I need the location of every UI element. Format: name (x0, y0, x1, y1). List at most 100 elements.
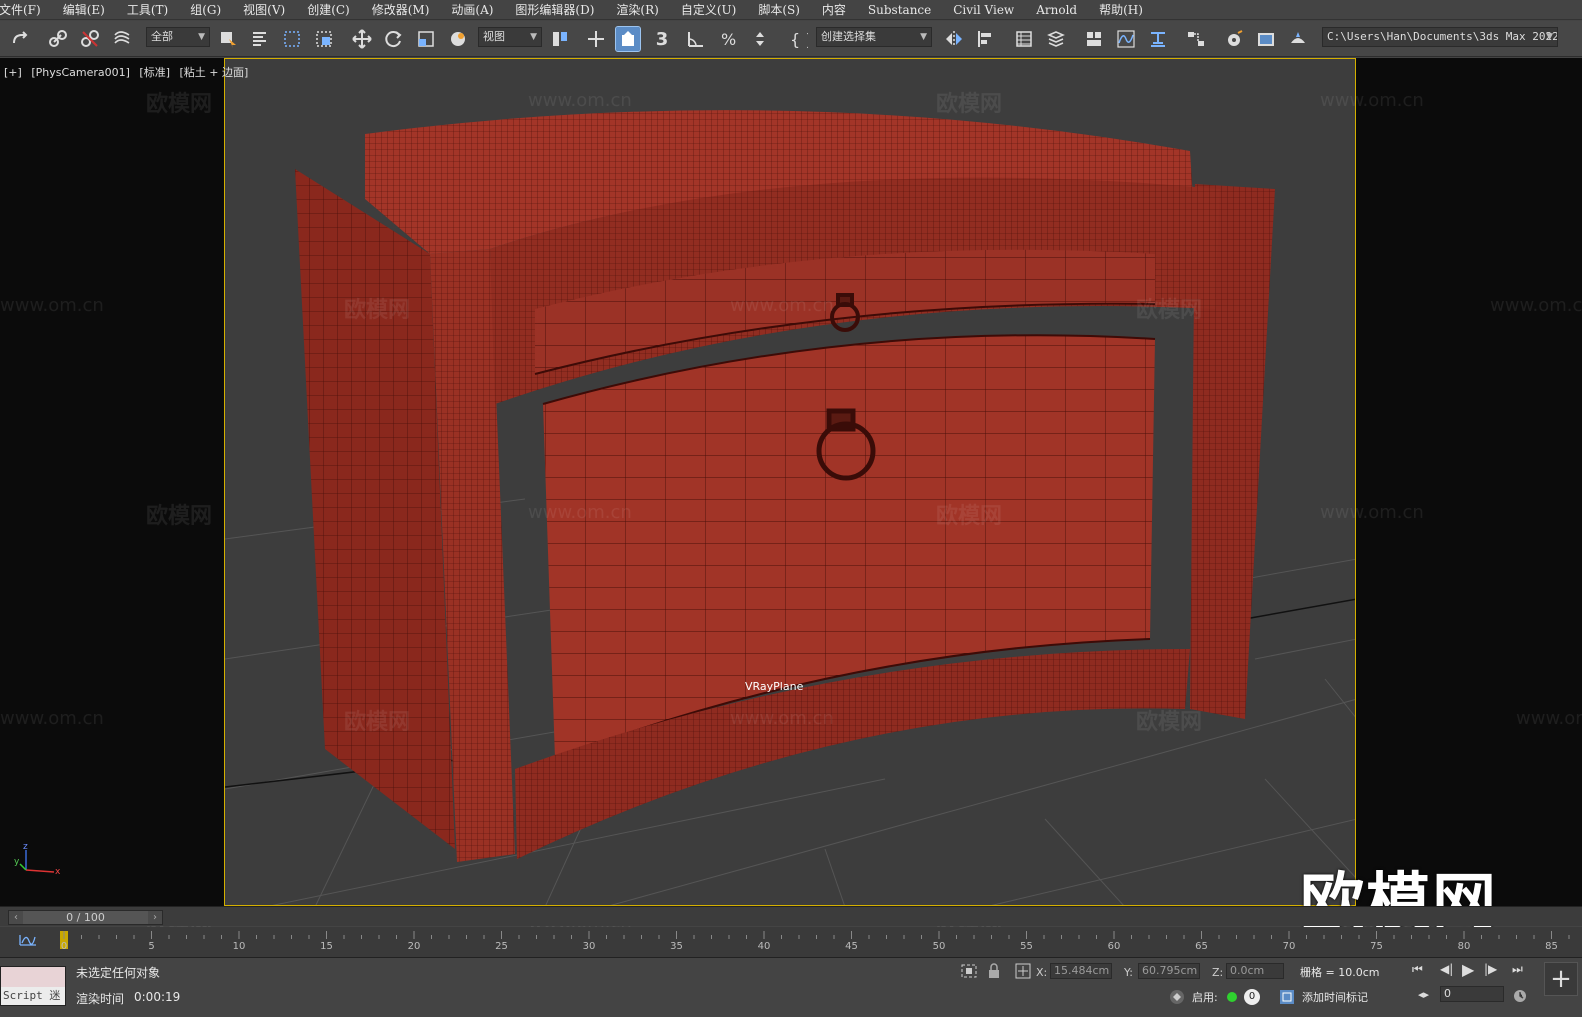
named-selection-dropdown[interactable]: 创建选择集 ▼ (816, 27, 932, 47)
scene-explorer-icon[interactable] (1012, 27, 1036, 51)
viewport-display-mode[interactable]: [粘土 + 边面] (180, 66, 249, 79)
ref-coord-dropdown[interactable]: 视图 ▼ (478, 27, 542, 47)
select-manipulate-icon[interactable] (584, 27, 608, 51)
viewport-camera-name[interactable]: [PhysCamera001] (31, 66, 130, 79)
maxscript-listener[interactable]: Script 迷 (0, 966, 66, 1006)
svg-text:%: % (721, 30, 736, 49)
select-object-icon[interactable] (216, 27, 240, 51)
next-key-icon[interactable]: |▶ (1484, 962, 1497, 976)
selection-filter-value: 全部 (151, 30, 173, 43)
viewport-label[interactable]: [+] [PhysCamera001] [标准] [粘土 + 边面] (4, 64, 254, 80)
perspective-viewport[interactable]: VRayPlane (224, 58, 1356, 906)
maxscript-output[interactable] (1, 967, 65, 987)
layer-explorer-icon[interactable] (1044, 27, 1068, 51)
project-path-dropdown[interactable]: C:\Users\Han\Documents\3ds Max 2022 ▼ (1322, 27, 1558, 47)
play-icon[interactable]: ▶ (1462, 960, 1474, 979)
frame-display: 0 / 100 (66, 911, 105, 924)
track-tick-label: 85 (1545, 941, 1558, 952)
rect-selection-icon[interactable] (280, 27, 304, 51)
mirror-icon[interactable] (942, 27, 966, 51)
place-icon[interactable] (446, 27, 470, 51)
edit-named-selection-icon[interactable]: { } (786, 27, 810, 51)
viewport-shading-standard[interactable]: [标准] (139, 66, 170, 79)
menu-item[interactable]: 脚本(S) (747, 1, 811, 18)
menu-item[interactable]: 创建(C) (296, 1, 361, 18)
menu-item[interactable]: Arnold (1025, 3, 1088, 17)
menu-item[interactable]: 渲染(R) (605, 1, 669, 18)
render-production-icon[interactable] (1286, 27, 1310, 51)
unlink-icon[interactable] (78, 27, 102, 51)
toggle-ribbon-icon[interactable] (1082, 27, 1106, 51)
watermark: 欧模网 (1136, 298, 1203, 323)
curve-editor-icon[interactable] (1114, 27, 1138, 51)
window-crossing-icon[interactable] (312, 27, 336, 51)
menu-item[interactable]: 帮助(H) (1088, 1, 1154, 18)
menu-item[interactable]: Civil View (942, 3, 1025, 17)
link-icon[interactable] (46, 27, 70, 51)
enable-count-badge[interactable]: 0 (1244, 989, 1260, 1005)
maxscript-input[interactable]: Script 迷 (1, 987, 65, 1005)
y-label: Y: (1124, 966, 1133, 979)
x-coord-field[interactable]: 15.484cm (1050, 963, 1112, 979)
menu-item[interactable]: 自定义(U) (670, 1, 747, 18)
pivot-center-icon[interactable] (548, 27, 572, 51)
rendered-frame-window-icon[interactable] (1254, 27, 1278, 51)
menu-item[interactable]: Substance (857, 3, 942, 17)
watermark: 欧模网 (344, 298, 411, 323)
key-mode-icon[interactable]: ◂▸ (1418, 988, 1429, 1001)
selection-filter-dropdown[interactable]: 全部 ▼ (146, 27, 210, 47)
selection-lock-icon[interactable] (986, 962, 1002, 980)
set-key-icon[interactable]: + (1544, 962, 1578, 996)
spinner-snap-icon[interactable] (748, 27, 772, 51)
redo-icon[interactable] (8, 27, 32, 51)
isolate-selection-icon[interactable] (960, 963, 978, 979)
track-tick-label: 50 (932, 941, 946, 952)
menu-item[interactable]: 动画(A) (440, 1, 504, 18)
adaptive-degradation-icon[interactable] (1168, 988, 1186, 1006)
goto-end-icon[interactable]: ⏭ (1512, 962, 1523, 977)
menu-item[interactable]: 修改器(M) (361, 1, 441, 18)
rotate-icon[interactable] (382, 27, 406, 51)
previous-key-icon[interactable]: ◀| (1440, 962, 1453, 976)
menu-item[interactable]: 编辑(E) (52, 1, 116, 18)
status-bar: Script 迷 未选定任何对象 渲染时间 0:00:19 X: 15.484c… (0, 957, 1582, 1017)
watermark-url: www.om.cn (1320, 502, 1424, 523)
menu-item[interactable]: 组(G) (179, 1, 232, 18)
percent-snap-icon[interactable]: % (716, 27, 740, 51)
track-bar[interactable]: 0 5 10 15 20 25 30 35 40 45 50 55 60 65 70 75 80 85 (0, 927, 1582, 957)
goto-start-icon[interactable]: ⏮ (1412, 962, 1423, 977)
add-time-tag[interactable]: 添加时间标记 (1302, 989, 1368, 1005)
select-by-name-icon[interactable] (248, 27, 272, 51)
z-coord-field[interactable]: 0.0cm (1226, 963, 1284, 979)
angle-snap-icon[interactable] (684, 27, 708, 51)
align-icon[interactable] (974, 27, 998, 51)
menu-item[interactable]: 文件(F) (0, 1, 52, 18)
menu-item[interactable]: 内容 (811, 1, 857, 18)
bind-spacewarp-icon[interactable] (110, 27, 134, 51)
scene-render (225, 110, 1355, 905)
scale-icon[interactable] (414, 27, 438, 51)
track-tick-label: 80 (1457, 941, 1471, 952)
keyboard-shortcut-override-icon[interactable] (615, 26, 641, 52)
snap-toggle-icon[interactable]: 3 (650, 27, 674, 51)
prev-frame-icon[interactable]: ‹ (9, 911, 23, 924)
watermark-url: www.om.cn (730, 708, 834, 729)
project-path-value: C:\Users\Han\Documents\3ds Max 2022 (1327, 30, 1558, 43)
time-tag-icon[interactable] (1278, 988, 1296, 1006)
watermark-url: www.om.cn (528, 502, 632, 523)
schematic-view-icon[interactable] (1184, 27, 1208, 51)
dope-sheet-icon[interactable] (1146, 27, 1170, 51)
viewport-menu-plus[interactable]: [+] (4, 66, 22, 79)
y-coord-field[interactable]: 60.795cm (1138, 963, 1200, 979)
track-tick-label: 55 (1020, 941, 1033, 952)
absolute-transform-icon[interactable] (1014, 962, 1032, 980)
time-configuration-icon[interactable] (1512, 988, 1528, 1004)
time-slider[interactable]: ‹ 0 / 100 › (8, 910, 163, 925)
menu-item[interactable]: 图形编辑器(D) (504, 1, 605, 18)
current-frame-field[interactable]: 0 (1440, 986, 1504, 1002)
menu-item[interactable]: 工具(T) (116, 1, 179, 18)
render-setup-icon[interactable] (1222, 27, 1246, 51)
next-frame-icon[interactable]: › (148, 911, 162, 924)
menu-item[interactable]: 视图(V) (232, 1, 296, 18)
move-icon[interactable] (350, 27, 374, 51)
